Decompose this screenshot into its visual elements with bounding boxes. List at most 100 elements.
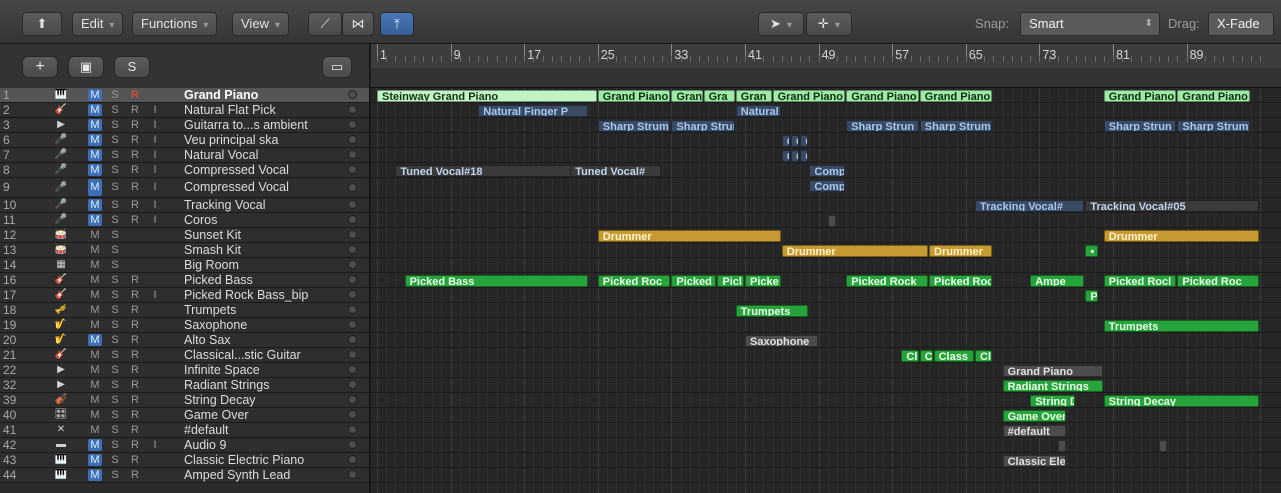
volume-knob[interactable] bbox=[348, 165, 357, 174]
region[interactable]: • bbox=[1085, 245, 1099, 257]
volume-knob[interactable] bbox=[348, 245, 357, 254]
solo-button[interactable]: S bbox=[108, 439, 122, 451]
region[interactable]: Grand Piano bbox=[1103, 90, 1177, 102]
region[interactable]: Tuned Vocal# bbox=[570, 165, 662, 177]
region[interactable]: Ampe bbox=[1030, 275, 1085, 287]
region[interactable]: Gra bbox=[703, 90, 735, 102]
region[interactable]: Drummer bbox=[597, 230, 781, 242]
record-enable-button[interactable]: R bbox=[128, 274, 142, 286]
region[interactable]: Grand Piano bbox=[772, 90, 846, 102]
input-monitor-button[interactable]: I bbox=[148, 214, 162, 226]
mute-button[interactable]: M bbox=[88, 349, 102, 361]
record-enable-button[interactable]: R bbox=[128, 469, 142, 481]
region[interactable]: String Decay bbox=[1103, 395, 1260, 407]
region[interactable]: Trumpets bbox=[1103, 320, 1260, 332]
input-monitor-button[interactable]: I bbox=[148, 149, 162, 161]
record-enable-button[interactable]: R bbox=[128, 164, 142, 176]
input-monitor-button[interactable]: I bbox=[148, 199, 162, 211]
mute-button[interactable]: M bbox=[88, 274, 102, 286]
record-enable-button[interactable]: R bbox=[128, 319, 142, 331]
track-header-row[interactable]: 18 🎺 M S R Trumpets bbox=[0, 303, 369, 318]
region[interactable]: Tuned Vocal#18 bbox=[395, 165, 579, 177]
track-header-row[interactable]: 39 🎻 M S R String Decay bbox=[0, 393, 369, 408]
volume-knob[interactable] bbox=[348, 105, 357, 114]
solo-button[interactable]: S bbox=[108, 454, 122, 466]
region[interactable]: Picked Rocl bbox=[1103, 275, 1177, 287]
region[interactable]: C bbox=[791, 150, 800, 162]
record-enable-button[interactable]: R bbox=[128, 424, 142, 436]
mute-button[interactable]: M bbox=[88, 424, 102, 436]
region[interactable]: Picked Bass bbox=[404, 275, 588, 287]
region[interactable]: C bbox=[800, 135, 809, 147]
volume-knob[interactable] bbox=[348, 275, 357, 284]
region[interactable]: Cl bbox=[975, 350, 993, 362]
mute-button[interactable]: M bbox=[88, 149, 102, 161]
collapse-button[interactable]: ▭ bbox=[322, 56, 352, 78]
region[interactable]: Picked Roc bbox=[597, 275, 671, 287]
mute-button[interactable]: M bbox=[88, 409, 102, 421]
drag-select[interactable]: X-Fade bbox=[1208, 12, 1274, 36]
region[interactable]: P bbox=[1085, 290, 1099, 302]
add-track-button[interactable]: + bbox=[22, 56, 58, 78]
region[interactable]: Grand Piano bbox=[919, 90, 993, 102]
track-header-row[interactable]: 2 🎸 M S R I Natural Flat Pick bbox=[0, 103, 369, 118]
volume-knob[interactable] bbox=[348, 290, 357, 299]
mute-button[interactable]: M bbox=[88, 304, 102, 316]
record-enable-button[interactable]: R bbox=[128, 179, 142, 196]
bar-ruler[interactable]: 1 9 17 25 33 41 49 57 65 73 81 89 bbox=[371, 44, 1281, 88]
mute-button[interactable]: M bbox=[88, 439, 102, 451]
record-enable-button[interactable]: R bbox=[128, 149, 142, 161]
volume-knob[interactable] bbox=[348, 425, 357, 434]
track-header-row[interactable]: 11 🎤 M S R I Coros bbox=[0, 213, 369, 228]
record-enable-button[interactable]: R bbox=[128, 134, 142, 146]
solo-button[interactable]: S bbox=[108, 134, 122, 146]
track-header-row[interactable]: 14 ▦ M S Big Room bbox=[0, 258, 369, 273]
region[interactable]: Class bbox=[933, 350, 974, 362]
region[interactable]: Saxophone bbox=[745, 335, 818, 347]
solo-button[interactable]: S bbox=[108, 289, 122, 301]
region[interactable] bbox=[1057, 440, 1066, 452]
region[interactable]: Classic Elec bbox=[1002, 455, 1066, 467]
region[interactable]: Sharp Strun bbox=[1103, 120, 1177, 132]
region[interactable]: Tracking Vocal# bbox=[975, 200, 1085, 212]
track-header-row[interactable]: 10 🎤 M S R I Tracking Vocal bbox=[0, 198, 369, 213]
region[interactable]: Picke bbox=[745, 275, 781, 287]
region[interactable]: Grand I bbox=[671, 90, 703, 102]
region[interactable]: C bbox=[781, 150, 790, 162]
track-header-row[interactable]: 32 ▶ M S R Radiant Strings bbox=[0, 378, 369, 393]
volume-knob[interactable] bbox=[348, 230, 357, 239]
region[interactable]: Sharp Strun bbox=[671, 120, 735, 132]
solo-button[interactable]: S bbox=[108, 104, 122, 116]
record-enable-button[interactable]: R bbox=[128, 199, 142, 211]
region[interactable]: #default bbox=[1002, 425, 1066, 437]
track-header-row[interactable]: 40 🎛 M S R Game Over bbox=[0, 408, 369, 423]
region[interactable]: Steinway Grand Piano bbox=[377, 90, 597, 102]
solo-button[interactable]: S bbox=[108, 304, 122, 316]
record-enable-button[interactable]: R bbox=[128, 104, 142, 116]
up-arrow-button[interactable]: ⬆ bbox=[22, 12, 62, 36]
track-header-row[interactable]: 44 🎹 M S R Amped Synth Lead bbox=[0, 468, 369, 483]
track-header-row[interactable]: 9 🎤 M S R I Compressed Vocal bbox=[0, 178, 369, 198]
region[interactable] bbox=[827, 215, 836, 227]
region[interactable]: Trumpets bbox=[735, 305, 809, 317]
solo-button[interactable]: S bbox=[108, 199, 122, 211]
mute-button[interactable]: M bbox=[88, 364, 102, 376]
region[interactable]: Tracking Vocal#05 bbox=[1085, 200, 1260, 212]
flex-button[interactable]: ⋈ bbox=[342, 12, 374, 36]
track-header-row[interactable]: 8 🎤 M S R I Compressed Vocal bbox=[0, 163, 369, 178]
track-header-row[interactable]: 20 🎷 M S R Alto Sax bbox=[0, 333, 369, 348]
solo-button[interactable]: S bbox=[108, 274, 122, 286]
volume-knob[interactable] bbox=[348, 260, 357, 269]
region[interactable]: Picl bbox=[717, 275, 744, 287]
mute-button[interactable]: M bbox=[88, 259, 102, 271]
region[interactable]: Cl bbox=[901, 350, 919, 362]
region[interactable]: Drummer bbox=[1103, 230, 1260, 242]
mute-button[interactable]: M bbox=[88, 289, 102, 301]
solo-button[interactable]: S bbox=[108, 164, 122, 176]
volume-knob[interactable] bbox=[348, 135, 357, 144]
automation-button[interactable]: ⟋ bbox=[308, 12, 342, 36]
volume-knob[interactable] bbox=[348, 120, 357, 129]
volume-knob[interactable] bbox=[348, 183, 357, 192]
input-monitor-button[interactable]: I bbox=[148, 289, 162, 301]
region[interactable]: Radiant Strings bbox=[1002, 380, 1103, 392]
